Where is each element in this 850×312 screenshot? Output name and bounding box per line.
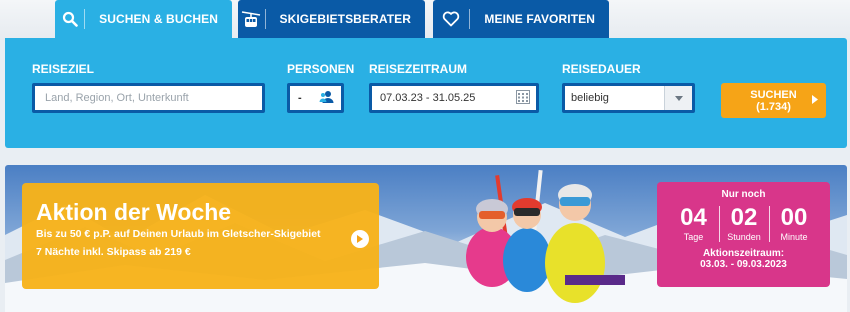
duration-label: REISEDAUER	[562, 62, 641, 76]
weekly-deal-price: 7 Nächte inkl. Skipass ab 219 €	[36, 246, 191, 258]
persons-value: -	[298, 92, 302, 104]
calendar-icon	[516, 89, 530, 107]
travel-period-value: 07.03.23 - 31.05.25	[380, 92, 476, 104]
countdown-header: Nur noch	[721, 189, 766, 200]
countdown-hours: 02	[730, 204, 758, 231]
search-icon	[55, 0, 84, 38]
countdown-box: Nur noch 04 Tage 02 Stunden 00 Minute Ak…	[657, 182, 830, 287]
countdown-minutes-label: Minute	[780, 232, 808, 242]
countdown-days: 04	[680, 204, 707, 231]
duration-select[interactable]: beliebig	[562, 83, 695, 113]
countdown-minutes: 00	[780, 204, 808, 231]
countdown-hours-label: Stunden	[727, 232, 761, 242]
tab-ski-area-advisor[interactable]: SKIGEBIETSBERATER	[238, 0, 425, 38]
promo-period-label: Aktionszeitraum:	[702, 248, 785, 259]
weekly-deal-card[interactable]: Aktion der Woche Bis zu 50 € p.P. auf De…	[22, 183, 379, 289]
search-button-label: SUCHEN	[750, 88, 797, 101]
duration-value: beliebig	[571, 92, 609, 104]
destination-input[interactable]	[35, 86, 262, 110]
chevron-right-icon	[812, 95, 818, 108]
tab-label: SKIGEBIETSBERATER	[279, 12, 411, 26]
promo-period: 03.03. - 09.03.2023	[700, 259, 787, 270]
destination-label: REISEZIEL	[32, 62, 95, 76]
destination-field-wrapper	[32, 83, 265, 113]
countdown-days-label: Tage	[683, 232, 704, 242]
chevron-right-icon[interactable]	[351, 230, 369, 248]
tab-label: SUCHEN & BUCHEN	[99, 12, 218, 26]
weekly-deal-description: Bis zu 50 € p.P. auf Deinen Urlaub im Gl…	[36, 228, 321, 240]
search-result-count: (1.734)	[756, 100, 791, 113]
tab-search-book[interactable]: SUCHEN & BUCHEN	[55, 0, 232, 38]
travel-period-label: REISEZEITRAUM	[369, 62, 468, 76]
tab-bar: SUCHEN & BUCHEN SKIGEBIETSBERATER MEINE …	[0, 0, 850, 38]
persons-icon	[319, 90, 335, 107]
search-button[interactable]: SUCHEN (1.734)	[721, 83, 826, 118]
search-panel: REISEZIEL PERSONEN - REISEZEITRAUM 07.03…	[5, 38, 847, 148]
persons-label: PERSONEN	[287, 62, 355, 76]
weekly-deal-title: Aktion der Woche	[36, 199, 232, 225]
gondola-icon	[238, 0, 265, 38]
heart-icon	[433, 0, 469, 38]
persons-select[interactable]: -	[287, 83, 344, 113]
promo-banner[interactable]: Aktion der Woche Bis zu 50 € p.P. auf De…	[5, 165, 847, 312]
tab-label: MEINE FAVORITEN	[484, 12, 595, 26]
travel-period-field[interactable]: 07.03.23 - 31.05.25	[369, 83, 539, 113]
tab-favorites[interactable]: MEINE FAVORITEN	[433, 0, 609, 38]
chevron-down-icon	[664, 86, 692, 110]
